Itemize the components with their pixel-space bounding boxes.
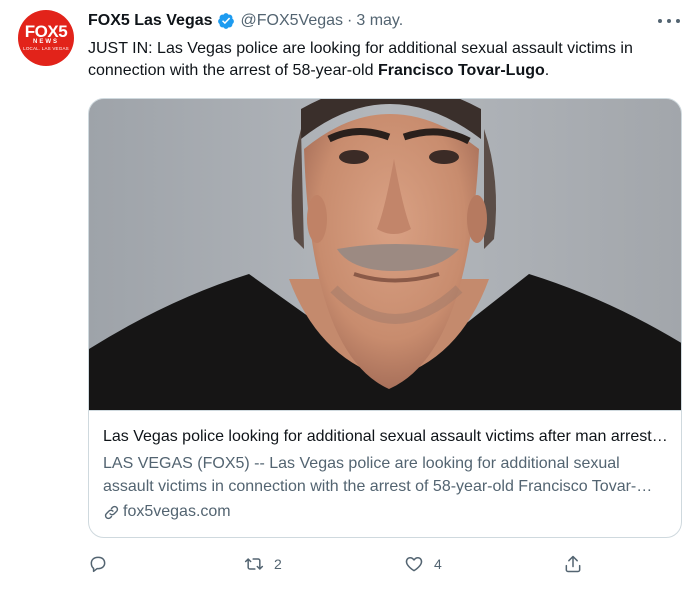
tweet-date[interactable]: 3 may. (356, 12, 403, 30)
retweet-button[interactable]: 2 (244, 552, 282, 576)
link-card-domain-text: fox5vegas.com (123, 503, 231, 520)
link-card-description[interactable]: LAS VEGAS (FOX5) -- Las Vegas police are… (103, 452, 669, 498)
mugshot-illustration (89, 99, 681, 410)
retweet-count: 2 (274, 556, 282, 572)
share-button[interactable] (563, 552, 583, 576)
tweet-text-bold-name[interactable]: Francisco Tovar-Lugo (378, 62, 545, 79)
account-name[interactable]: FOX5 Las Vegas (88, 12, 213, 30)
avatar[interactable]: FOX5 NEWS LOCAL. LAS VEGAS (18, 10, 74, 66)
heart-icon (405, 557, 423, 572)
tweet-actions: 2 4 (88, 552, 682, 576)
link-card[interactable]: Las Vegas police looking for additional … (88, 98, 682, 538)
like-count: 4 (434, 556, 442, 572)
like-button[interactable]: 4 (404, 552, 442, 576)
retweet-icon (244, 558, 264, 570)
more-options-icon[interactable] (658, 12, 680, 30)
header-separator: · (347, 12, 353, 29)
avatar-logo-text: FOX5 (24, 22, 68, 41)
reply-button[interactable] (88, 552, 108, 576)
tweet-text: JUST IN: Las Vegas police are looking fo… (88, 38, 688, 82)
link-icon (104, 505, 119, 519)
tweet-text-end: . (544, 62, 550, 79)
tweet-header: FOX5 Las Vegas @FOX5Vegas · 3 may. (88, 10, 403, 32)
tweet[interactable]: FOX5 NEWS LOCAL. LAS VEGAS FOX5 Las Vega… (0, 0, 700, 591)
link-card-title[interactable]: Las Vegas police looking for additional … (103, 427, 669, 447)
link-card-domain[interactable]: fox5vegas.com (103, 501, 231, 523)
share-icon (565, 555, 581, 573)
reply-icon (90, 556, 106, 573)
tweet-text-part: JUST IN: Las Vegas police are looking fo… (88, 40, 633, 79)
mugshot-photo[interactable] (89, 99, 681, 410)
avatar-logo-news: NEWS (33, 39, 59, 45)
verified-badge-icon (217, 13, 234, 29)
account-handle[interactable]: @FOX5Vegas (241, 12, 344, 30)
avatar-logo-sub: LOCAL. LAS VEGAS (23, 46, 69, 51)
link-card-body[interactable]: Las Vegas police looking for additional … (89, 410, 681, 537)
